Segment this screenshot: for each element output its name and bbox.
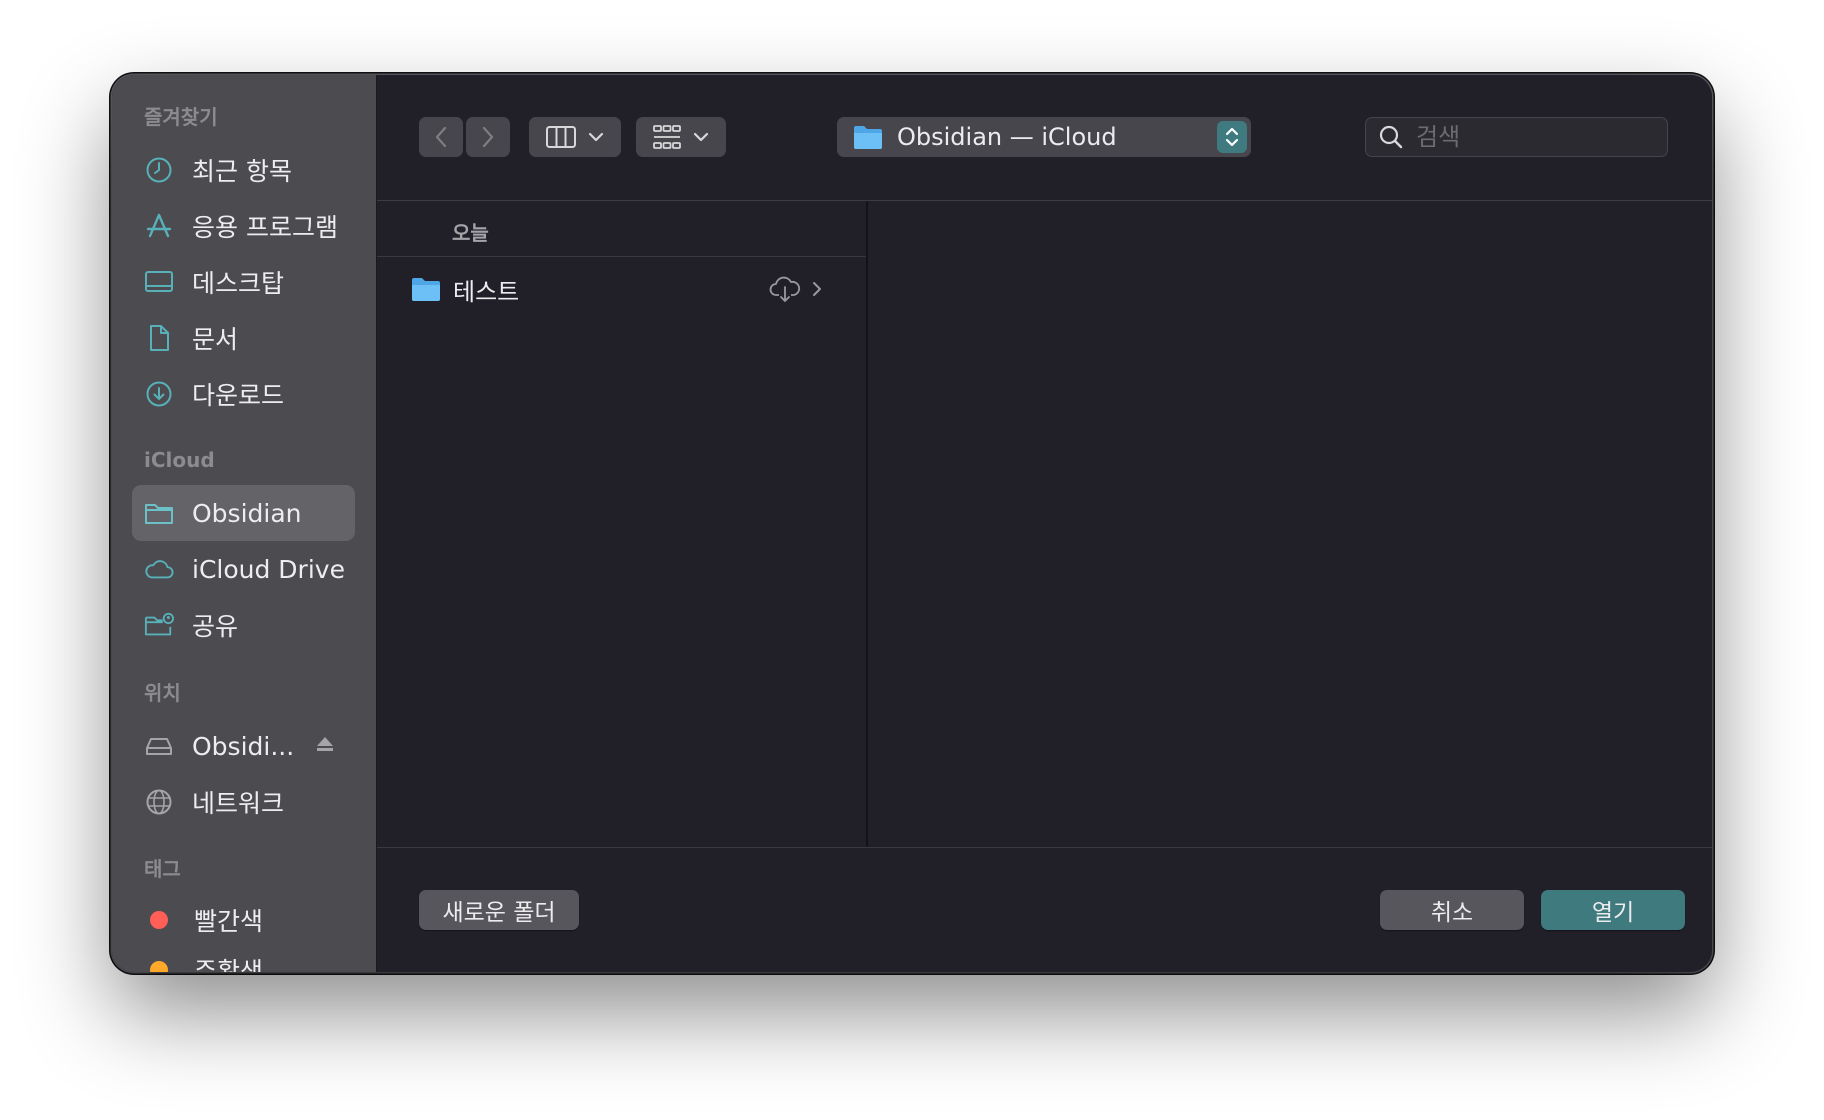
sidebar-item-applications[interactable]: 응용 프로그램 (132, 198, 355, 254)
sidebar-item-downloads[interactable]: 다운로드 (132, 366, 355, 422)
orange-tag-dot (150, 961, 168, 972)
column-group-header: 오늘 (377, 201, 866, 257)
sidebar-item-obsidian-volume[interactable]: Obsidi... (132, 718, 355, 774)
chevron-left-icon (435, 126, 447, 148)
folder-icon (854, 126, 882, 149)
sidebar-item-label: Obsidi... (192, 731, 295, 761)
eject-icon[interactable] (315, 734, 335, 758)
sidebar-heading-icloud: iCloud (144, 448, 215, 472)
browser-column: 오늘 테스트 (377, 201, 868, 847)
sidebar-item-label: 다운로드 (192, 381, 285, 410)
sidebar-item-desktop[interactable]: 데스크탑 (132, 254, 355, 310)
sidebar-item-icloud-drive[interactable]: iCloud Drive (132, 541, 355, 597)
drive-icon (144, 731, 174, 761)
sidebar-item-label: 문서 (192, 325, 239, 354)
sidebar-item-tag-red[interactable]: 빨간색 (132, 892, 355, 948)
view-mode-button[interactable] (529, 117, 621, 157)
document-icon (144, 323, 174, 353)
browser-column-empty (868, 201, 1712, 847)
item-name: 테스트 (453, 277, 520, 306)
list-item[interactable]: 테스트 (377, 261, 866, 317)
group-header-label: 오늘 (452, 221, 489, 245)
clock-icon (144, 155, 174, 185)
sidebar-item-shared[interactable]: 공유 (132, 597, 355, 653)
cancel-button[interactable]: 취소 (1380, 890, 1524, 930)
dialog-footer: 새로운 폴더 취소 열기 (377, 847, 1712, 972)
search-input[interactable] (1414, 122, 1658, 152)
sidebar-item-label: iCloud Drive (192, 554, 345, 584)
sidebar-item-tag-orange[interactable]: 주황색 (132, 942, 355, 972)
applications-icon (144, 211, 174, 241)
new-folder-button[interactable]: 새로운 폴더 (419, 890, 579, 930)
group-grid-icon (653, 125, 681, 149)
sidebar-item-label: 공유 (192, 612, 239, 641)
red-tag-dot (150, 911, 168, 929)
sidebar-heading-favorites: 즐겨찾기 (144, 105, 218, 129)
sidebar-heading-locations: 위치 (144, 681, 181, 705)
sidebar-heading-tags: 태그 (144, 857, 181, 881)
search-icon (1379, 125, 1403, 149)
chevron-right-icon (482, 126, 494, 148)
chevron-down-icon (588, 132, 604, 142)
up-down-stepper-icon (1217, 121, 1247, 153)
sidebar-item-label: 데스크탑 (192, 269, 285, 298)
download-icon (144, 379, 174, 409)
cloud-download-icon[interactable] (769, 275, 801, 307)
folder-icon (412, 278, 440, 301)
path-label: Obsidian — iCloud (897, 123, 1117, 151)
toolbar: Obsidian — iCloud (377, 75, 1712, 201)
shared-folder-icon (144, 610, 174, 640)
columns-view-icon (546, 126, 576, 148)
main-pane: Obsidian — iCloud 오늘 테스트 (377, 75, 1712, 972)
path-popup-button[interactable]: Obsidian — iCloud (837, 117, 1251, 157)
sidebar-item-documents[interactable]: 문서 (132, 310, 355, 366)
group-by-button[interactable] (636, 117, 726, 157)
chevron-right-icon (811, 279, 823, 303)
open-file-dialog: 즐겨찾기 최근 항목 응용 프로그램 데스크탑 문서 다운로드 iCloud O… (112, 75, 1712, 972)
sidebar-item-label: 빨간색 (194, 907, 264, 936)
folder-icon (144, 498, 174, 528)
desktop-icon (144, 267, 174, 297)
search-field[interactable] (1365, 117, 1668, 157)
sidebar-item-label: 네트워크 (192, 789, 285, 818)
open-button[interactable]: 열기 (1541, 890, 1685, 930)
sidebar-item-label: Obsidian (192, 498, 302, 528)
sidebar-item-label: 주황색 (194, 957, 264, 972)
forward-button[interactable] (466, 117, 510, 157)
cloud-icon (144, 554, 174, 584)
network-globe-icon (144, 787, 174, 817)
sidebar-item-obsidian[interactable]: Obsidian (132, 485, 355, 541)
sidebar-item-label: 응용 프로그램 (192, 213, 338, 242)
back-button[interactable] (419, 117, 463, 157)
sidebar-item-network[interactable]: 네트워크 (132, 774, 355, 830)
chevron-down-icon (693, 132, 709, 142)
sidebar: 즐겨찾기 최근 항목 응용 프로그램 데스크탑 문서 다운로드 iCloud O… (112, 75, 377, 972)
sidebar-item-recents[interactable]: 최근 항목 (132, 142, 355, 198)
sidebar-item-label: 최근 항목 (192, 157, 292, 186)
